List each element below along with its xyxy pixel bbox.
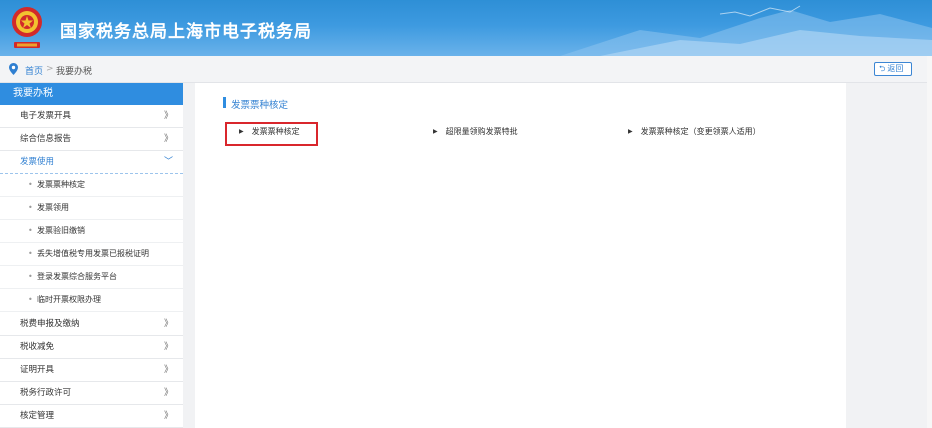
highlight-box — [225, 122, 318, 146]
sidebar-item-certificate[interactable]: 证明开具 》 — [0, 359, 183, 382]
link-over-limit-approval[interactable]: ▶ 超限量领购发票特批 — [433, 126, 518, 137]
sidebar-subitem-invoice-platform[interactable]: • 登录发票综合服务平台 — [0, 266, 183, 289]
page-scrollbar[interactable] — [927, 56, 932, 428]
sidebar-item-report[interactable]: 综合信息报告 》 — [0, 128, 183, 151]
link-type-approval-change-receiver[interactable]: ▶ 发票票种核定（变更领票人适用） — [628, 126, 761, 137]
breadcrumb-current: 我要办税 — [56, 67, 93, 77]
bullet-icon: • — [28, 180, 33, 189]
chevron-right-icon: 》 — [163, 388, 173, 398]
chevron-right-icon: 》 — [163, 342, 173, 352]
chevron-down-icon: ﹀ — [163, 157, 173, 167]
sidebar-item-label: 综合信息报告 — [20, 134, 72, 144]
chevron-right-icon: 》 — [163, 111, 173, 121]
sidebar-subitem-label: 临时开票权限办理 — [37, 295, 101, 304]
sidebar-subitem-label: 丢失增值税专用发票已报税证明 — [37, 249, 149, 258]
sidebar-item-tax-relief[interactable]: 税收减免 》 — [0, 336, 183, 359]
bullet-icon: • — [28, 203, 33, 212]
bullet-icon: • — [28, 226, 33, 235]
bullet-icon: • — [28, 272, 33, 281]
bullet-icon: • — [28, 249, 33, 258]
sidebar-item-label: 税务行政许可 — [20, 388, 72, 398]
sidebar-heading: 我要办税 — [0, 83, 183, 105]
breadcrumb — [0, 56, 932, 83]
sidebar-item-tax-declaration[interactable]: 税费申报及缴纳 》 — [0, 313, 183, 336]
chevron-right-icon: 》 — [163, 134, 173, 144]
triangle-right-icon: ▶ — [433, 128, 438, 135]
site-title: 国家税务总局上海市电子税务局 — [60, 22, 312, 42]
sidebar-item-label: 税费申报及缴纳 — [20, 319, 80, 329]
sidebar-subitem-invoice-cancel[interactable]: • 发票验旧缴销 — [0, 220, 183, 243]
sidebar-item-label: 税收减免 — [20, 342, 55, 352]
sidebar-subitem-label: 发票领用 — [37, 203, 69, 212]
header-banner: 国家税务总局上海市电子税务局 — [0, 0, 932, 56]
triangle-right-icon: ▶ — [628, 128, 633, 135]
back-button[interactable]: ⮌ 返回 — [874, 62, 912, 76]
sidebar-subitem-lost-vat-proof[interactable]: • 丢失增值税专用发票已报税证明 — [0, 243, 183, 266]
chevron-right-icon: 》 — [163, 411, 173, 421]
bullet-icon: • — [28, 295, 33, 304]
tax-emblem-icon — [12, 7, 42, 48]
sidebar-item-e-invoice[interactable]: 电子发票开具 》 — [0, 105, 183, 128]
link-label: 发票票种核定（变更领票人适用） — [640, 127, 761, 136]
link-label: 超限量领购发票特批 — [445, 127, 518, 136]
sidebar-item-admin-license[interactable]: 税务行政许可 》 — [0, 382, 183, 405]
sidebar-subitem-label: 发票验旧缴销 — [37, 226, 85, 235]
breadcrumb-separator: > — [46, 64, 54, 74]
sidebar-subitem-label: 登录发票综合服务平台 — [37, 272, 117, 281]
breadcrumb-home-link[interactable]: 首页 — [25, 64, 43, 77]
sidebar-subitem-type-approval[interactable]: • 发票票种核定 — [0, 174, 183, 197]
sidebar-item-label: 证明开具 — [20, 365, 55, 375]
sidebar-item-label: 发票使用 — [20, 157, 55, 167]
sidebar-item-label: 核定管理 — [20, 411, 55, 421]
location-pin-icon — [9, 63, 18, 75]
section-title-marker — [223, 97, 226, 108]
chevron-right-icon: 》 — [163, 365, 173, 375]
section-title: 发票票种核定 — [231, 100, 289, 111]
sidebar-subitem-temp-permission[interactable]: • 临时开票权限办理 — [0, 289, 183, 312]
sidebar-item-label: 电子发票开具 — [20, 111, 72, 121]
return-arrow-icon: ⮌ — [879, 64, 886, 73]
sidebar-item-invoice-use[interactable]: 发票使用 ﹀ — [0, 151, 183, 174]
sidebar-item-assessment[interactable]: 核定管理 》 — [0, 405, 183, 428]
back-button-label: 返回 — [887, 64, 904, 73]
sidebar-subitem-label: 发票票种核定 — [37, 180, 85, 189]
chevron-right-icon: 》 — [163, 319, 173, 329]
sidebar: 我要办税 电子发票开具 》 综合信息报告 》 发票使用 ﹀ • 发票票种核定 •… — [0, 83, 183, 428]
sidebar-subitem-invoice-receive[interactable]: • 发票领用 — [0, 197, 183, 220]
